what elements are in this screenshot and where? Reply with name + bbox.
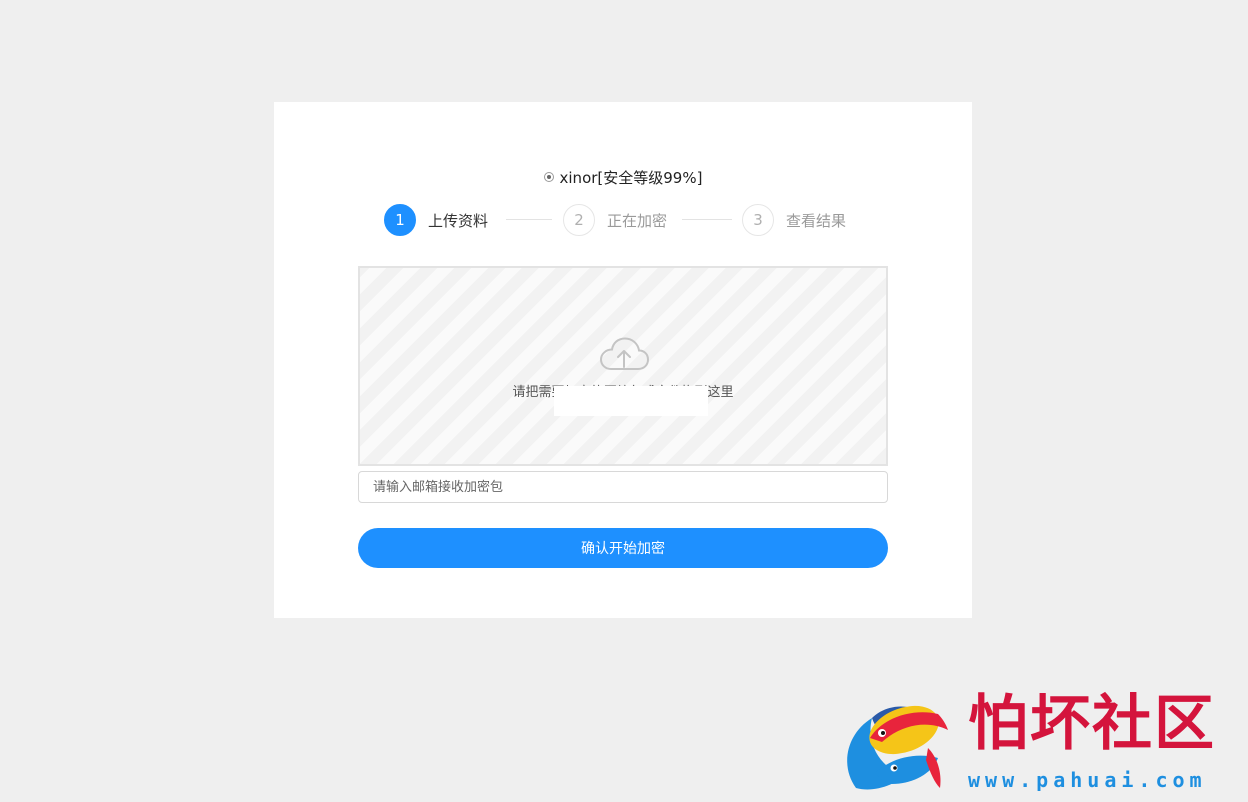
- step-encrypting: 2 正在加密: [563, 202, 667, 238]
- progress-steps: 1 上传资料 2 正在加密 3 查看结果: [384, 202, 864, 238]
- algorithm-radio[interactable]: [543, 172, 554, 182]
- step-upload: 1 上传资料: [384, 202, 488, 238]
- step-number: 1: [384, 204, 416, 236]
- step-label: 正在加密: [607, 211, 668, 230]
- step-label: 查看结果: [786, 211, 847, 230]
- cloud-upload-icon: [599, 337, 650, 370]
- step-connector: [682, 219, 732, 220]
- dropzone-overlay: [554, 386, 708, 416]
- algorithm-option[interactable]: xinor[安全等级99%]: [274, 168, 972, 188]
- step-connector: [506, 219, 552, 220]
- fish-logo-icon: [847, 705, 948, 790]
- watermark-url: www.pahuai.com: [968, 768, 1207, 792]
- encrypt-card: xinor[安全等级99%] 1 上传资料 2 正在加密 3 查看结果 请把需要…: [274, 102, 972, 618]
- email-input[interactable]: [358, 471, 888, 503]
- watermark: 怕坏社区 www.pahuai.com: [842, 688, 1242, 794]
- step-number: 2: [563, 204, 595, 236]
- algorithm-label: xinor[安全等级99%]: [559, 169, 703, 187]
- step-number: 3: [742, 204, 774, 236]
- start-encrypt-button[interactable]: 确认开始加密: [358, 528, 888, 568]
- step-label: 上传资料: [428, 211, 489, 230]
- watermark-title: 怕坏社区: [968, 689, 1216, 759]
- file-dropzone[interactable]: 请把需要加密的压缩包或文件拖到这里: [358, 266, 888, 466]
- step-results: 3 查看结果: [742, 202, 846, 238]
